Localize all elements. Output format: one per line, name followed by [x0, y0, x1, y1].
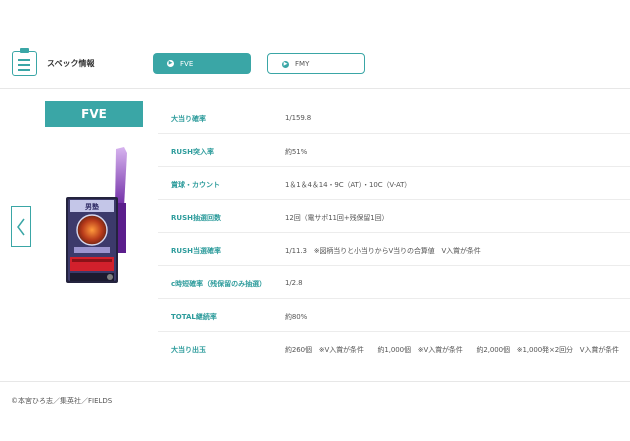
machine-image: 男塾 [66, 147, 127, 283]
tab-fve[interactable]: ▶ FVE [153, 53, 251, 74]
prev-machine-button[interactable] [11, 206, 31, 247]
spec-value: 1/159.8 [285, 114, 312, 122]
spec-value: 1/11.3 ※図柄当りと小当りからV当りの合算値 V入賞が条件 [285, 247, 481, 255]
spec-row: 賞球・カウント 1＆1＆4＆14・9C（AT）・10C（V-AT） [158, 167, 630, 200]
spec-label: RUSH抽選回数 [171, 214, 221, 222]
spec-value: 1/2.8 [285, 279, 303, 287]
spec-value: 12回（電サポ11回+残保留1回） [285, 214, 389, 222]
spec-row: RUSH抽選回数 12回（電サポ11回+残保留1回） [158, 200, 630, 233]
spec-label: 大当り出玉 [171, 346, 206, 354]
spec-label: RUSH当選確率 [171, 247, 221, 255]
spec-value: 約80% [285, 313, 308, 321]
svg-text:男塾: 男塾 [85, 202, 99, 211]
spec-row: 大当り確率 1/159.8 [158, 101, 630, 134]
spec-value: 1＆1＆4＆14・9C（AT）・10C（V-AT） [285, 181, 412, 189]
divider [0, 88, 630, 89]
spec-row: c時短確率（残保留のみ抽選） 1/2.8 [158, 266, 630, 299]
spec-label: TOTAL継続率 [171, 313, 217, 321]
chevron-right-icon: ▶ [167, 60, 174, 67]
chevron-left-icon [17, 218, 25, 236]
spec-row: 大当り出玉 約260個 ※V入賞が条件 約1,000個 ※V入賞が条件 約2,0… [158, 332, 630, 365]
chevron-right-icon: ▶ [282, 61, 289, 68]
divider [0, 381, 630, 382]
spec-row: RUSH突入率 約51% [158, 134, 630, 167]
spec-label: c時短確率（残保留のみ抽選） [171, 280, 267, 288]
spec-header: スペック情報 ▶ FVE ▶ FMY [0, 0, 630, 88]
model-badge: FVE [45, 101, 143, 127]
spec-value: 約51% [285, 148, 308, 156]
tab-fmy-label: FMY [295, 59, 310, 68]
copyright: ©本宮ひろ志／集英社／FIELDS [11, 397, 113, 405]
spec-row: RUSH当選確率 1/11.3 ※図柄当りと小当りからV当りの合算値 V入賞が条… [158, 233, 630, 266]
spec-row: TOTAL継続率 約80% [158, 299, 630, 332]
spec-value: 約260個 ※V入賞が条件 約1,000個 ※V入賞が条件 約2,000個 ※1… [285, 346, 619, 354]
tab-fve-label: FVE [180, 59, 194, 68]
spec-label: RUSH突入率 [171, 148, 214, 156]
section-title: スペック情報 [47, 59, 95, 68]
clipboard-icon [12, 48, 37, 76]
spec-label: 賞球・カウント [171, 181, 220, 189]
spec-label: 大当り確率 [171, 115, 206, 123]
tab-fmy[interactable]: ▶ FMY [267, 53, 365, 74]
spec-table: 大当り確率 1/159.8 RUSH突入率 約51% 賞球・カウント 1＆1＆4… [158, 101, 630, 365]
